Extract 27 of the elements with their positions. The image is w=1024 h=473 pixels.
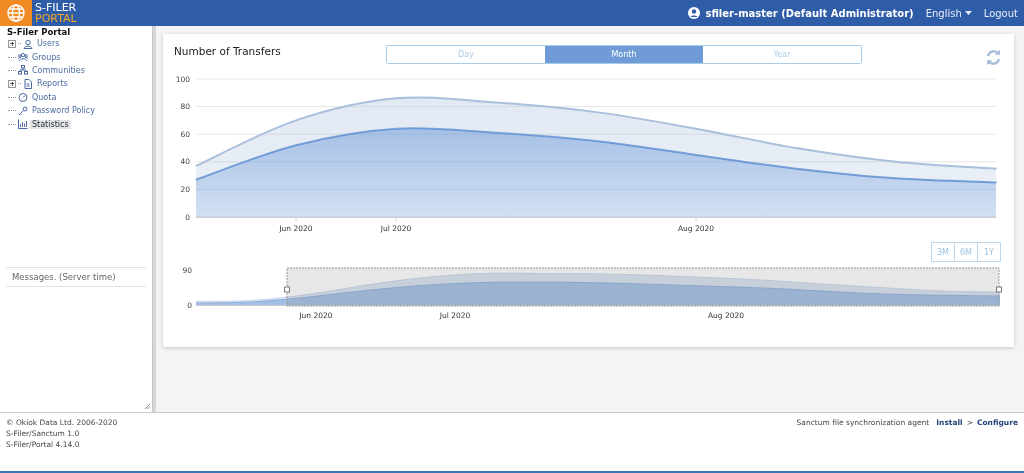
tree-item[interactable]: Groups <box>30 52 63 62</box>
expand-toggle-icon[interactable] <box>8 79 16 88</box>
person-icon <box>23 38 33 49</box>
tree-item[interactable]: Quota <box>30 92 59 102</box>
tree-item[interactable]: Reports <box>35 79 70 89</box>
card-title: Number of Transfers <box>173 44 282 57</box>
resize-grip-icon[interactable] <box>145 404 150 409</box>
key-icon <box>18 105 28 116</box>
tree-item[interactable]: Password Policy <box>30 106 97 116</box>
tree-item[interactable]: Communities <box>30 65 87 75</box>
tree-item[interactable]: Statistics <box>30 119 71 129</box>
document-icon <box>23 78 33 89</box>
people-icon <box>18 52 28 63</box>
logout-link[interactable]: Logout <box>983 7 1018 19</box>
gauge-icon <box>18 92 28 103</box>
user-avatar-icon <box>688 7 701 19</box>
language-dropdown[interactable]: English <box>925 7 972 19</box>
logo-text: S-FILER <box>35 2 77 13</box>
hierarchy-icon <box>18 65 28 76</box>
expand-toggle-icon[interactable] <box>8 39 16 48</box>
logo-subtext: PORTAL <box>35 13 77 24</box>
user-name[interactable]: sfiler-master (Default Administrator) <box>705 7 914 19</box>
messages-panel-title: Messages. (Server time) <box>6 267 146 287</box>
caret-icon[interactable] <box>964 11 972 15</box>
tree-item[interactable]: Users <box>35 39 62 49</box>
bar-chart-icon <box>18 119 28 130</box>
tree-root-label[interactable]: S-Filer Portal <box>0 26 152 37</box>
